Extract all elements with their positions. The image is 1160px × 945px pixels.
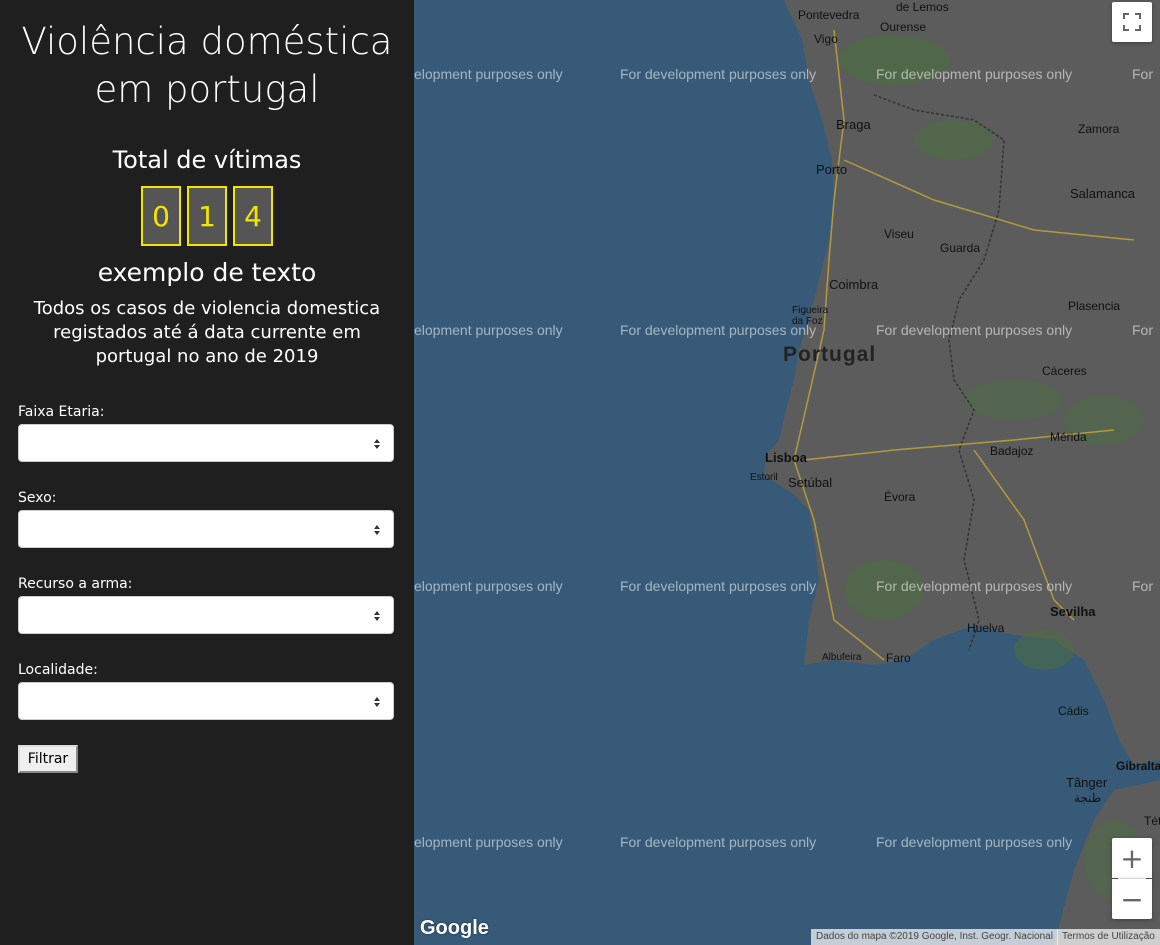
fullscreen-button[interactable]: [1112, 2, 1152, 42]
watermark: For development purposes only: [876, 578, 1073, 594]
city-label: Huelva: [967, 621, 1005, 635]
locality-select[interactable]: [18, 682, 394, 720]
watermark: For: [1132, 578, 1153, 594]
watermark: For development purposes only: [620, 322, 817, 338]
example-heading: exemplo de texto: [97, 258, 317, 287]
watermark: For: [1132, 66, 1153, 82]
counter-digit: 0: [141, 186, 181, 246]
city-label: Cáceres: [1042, 364, 1087, 378]
watermark: For development purposes only: [876, 834, 1073, 850]
city-label: de Lemos: [896, 0, 949, 14]
counter-digit: 4: [233, 186, 273, 246]
page-title: Violência doméstica em portugal: [0, 18, 414, 114]
weapon-label: Recurso a arma:: [18, 576, 133, 592]
watermark: elopment purposes only: [414, 322, 563, 338]
watermark: For development purposes only: [876, 322, 1073, 338]
watermark: For development purposes only: [876, 66, 1073, 82]
title-line-1: Violência doméstica: [21, 20, 393, 63]
select-arrows-icon: [374, 697, 380, 707]
select-arrows-icon: [374, 525, 380, 535]
city-label: Setúbal: [788, 475, 833, 490]
watermark: elopment purposes only: [414, 834, 563, 850]
city-label: Salamanca: [1070, 186, 1136, 201]
city-label: Faro: [886, 651, 911, 665]
counter-digit: 1: [187, 186, 227, 246]
google-logo: Google: [420, 917, 489, 939]
map-terrain: [764, 0, 1160, 945]
watermark: For development purposes only: [620, 578, 817, 594]
city-label: Plasencia: [1068, 299, 1121, 313]
total-victims-label: Total de vítimas: [112, 146, 302, 174]
city-label: Estoril: [750, 472, 778, 483]
city-label: Zamora: [1078, 122, 1120, 136]
sidebar: Violência doméstica em portugal Total de…: [0, 0, 414, 945]
fullscreen-icon: [1123, 13, 1141, 31]
weapon-select[interactable]: [18, 596, 394, 634]
city-label: Braga: [836, 117, 871, 132]
city-label: Albufeira: [822, 652, 862, 663]
minus-icon: −: [1120, 882, 1144, 916]
map-view[interactable]: elopment purposes only For development p…: [414, 0, 1160, 945]
sex-select[interactable]: [18, 510, 394, 548]
city-label: Coimbra: [829, 277, 879, 292]
title-line-2: em portugal: [94, 68, 320, 111]
select-arrows-icon: [374, 439, 380, 449]
city-label: Viseu: [884, 227, 914, 241]
city-label: Ourense: [880, 20, 927, 34]
victim-counter: 0 1 4: [141, 186, 273, 246]
age-group-select[interactable]: [18, 424, 394, 462]
filter-button[interactable]: Filtrar: [18, 745, 78, 773]
city-label: Figueira da Foz: [792, 305, 829, 327]
city-label: Sevilha: [1050, 604, 1096, 619]
plus-icon: +: [1120, 841, 1144, 875]
city-label: Lisboa: [765, 450, 807, 465]
zoom-out-button[interactable]: −: [1112, 879, 1152, 919]
city-label: Guarda: [940, 241, 981, 255]
city-label: Této: [1144, 814, 1160, 828]
map-attribution: Dados do mapa ©2019 Google, Inst. Geogr.…: [811, 929, 1058, 945]
select-arrows-icon: [374, 611, 380, 621]
city-label: Badajoz: [990, 444, 1034, 458]
sex-label: Sexo:: [18, 490, 57, 506]
country-label: Portugal: [783, 343, 877, 366]
city-label: Mérida: [1050, 430, 1087, 444]
watermark: For development purposes only: [620, 834, 817, 850]
zoom-in-button[interactable]: +: [1112, 838, 1152, 878]
city-label: Évora: [884, 490, 916, 504]
watermark: For development purposes only: [620, 66, 817, 82]
terms-link[interactable]: Termos de Utilização: [1057, 929, 1160, 945]
watermark: elopment purposes only: [414, 578, 563, 594]
city-label: Vigo: [814, 32, 838, 46]
watermark: For: [1132, 322, 1153, 338]
city-label: طنجة: [1074, 791, 1102, 805]
watermark: elopment purposes only: [414, 66, 563, 82]
city-label: Gibralta: [1116, 759, 1160, 773]
description-text: Todos os casos de violencia domestica re…: [33, 298, 381, 367]
city-label: Porto: [816, 162, 848, 177]
age-group-label: Faixa Etaria:: [18, 404, 105, 420]
city-label: Tânger: [1066, 775, 1108, 790]
city-label: Pontevedra: [798, 8, 860, 22]
city-label: Cádis: [1058, 704, 1089, 718]
locality-label: Localidade:: [18, 662, 98, 678]
